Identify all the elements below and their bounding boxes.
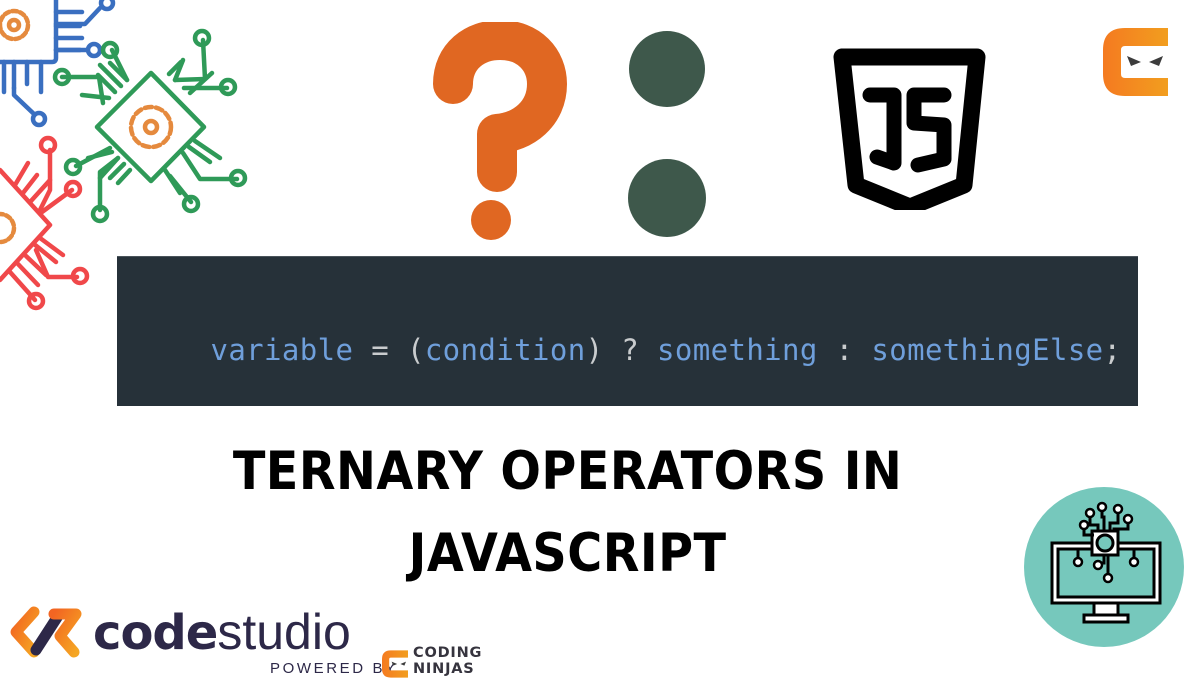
- wordmark-ninjas: NINJAS: [413, 660, 475, 677]
- wordmark-studio: studio: [217, 604, 351, 660]
- colon-icon: [628, 31, 706, 237]
- green-chip-icon: [52, 28, 248, 224]
- coding-ninjas-logo: [1103, 28, 1168, 96]
- code-token-assign: =: [353, 333, 407, 367]
- code-token-something: something: [657, 333, 818, 367]
- code-token-semicolon: ;: [1103, 333, 1122, 367]
- javascript-shield-icon: [833, 48, 986, 210]
- gear-icon: [0, 8, 31, 42]
- codestudio-logo-icon: [10, 606, 82, 658]
- code-token-open-paren: (: [406, 333, 425, 367]
- monitor-circuit-icon: [1024, 487, 1184, 647]
- page-title-line-1: TERNARY OPERATORS IN: [232, 441, 903, 502]
- powered-by-label: POWERED BY: [270, 660, 398, 677]
- gear-icon: [0, 211, 17, 245]
- gear-icon: [128, 104, 174, 150]
- page-title-line-2: JAVASCRIPT: [408, 523, 727, 584]
- code-token-variable: variable: [210, 333, 354, 367]
- code-token-condition: condition: [424, 333, 586, 367]
- wordmark-code: code: [93, 605, 218, 661]
- code-line: variable = (condition) ? something : som…: [139, 299, 1121, 401]
- codestudio-wordmark: codestudio: [93, 604, 351, 661]
- code-token-something-else: somethingElse: [871, 333, 1104, 367]
- code-token-question: ) ?: [585, 333, 658, 367]
- coding-ninjas-wordmark: CODING NINJAS: [413, 645, 483, 677]
- question-mark-icon: [433, 22, 567, 240]
- wordmark-coding: CODING: [413, 645, 483, 661]
- code-token-colon: :: [817, 333, 872, 367]
- code-snippet-panel: variable = (condition) ? something : som…: [117, 256, 1138, 406]
- coding-ninjas-small-logo: [382, 650, 408, 678]
